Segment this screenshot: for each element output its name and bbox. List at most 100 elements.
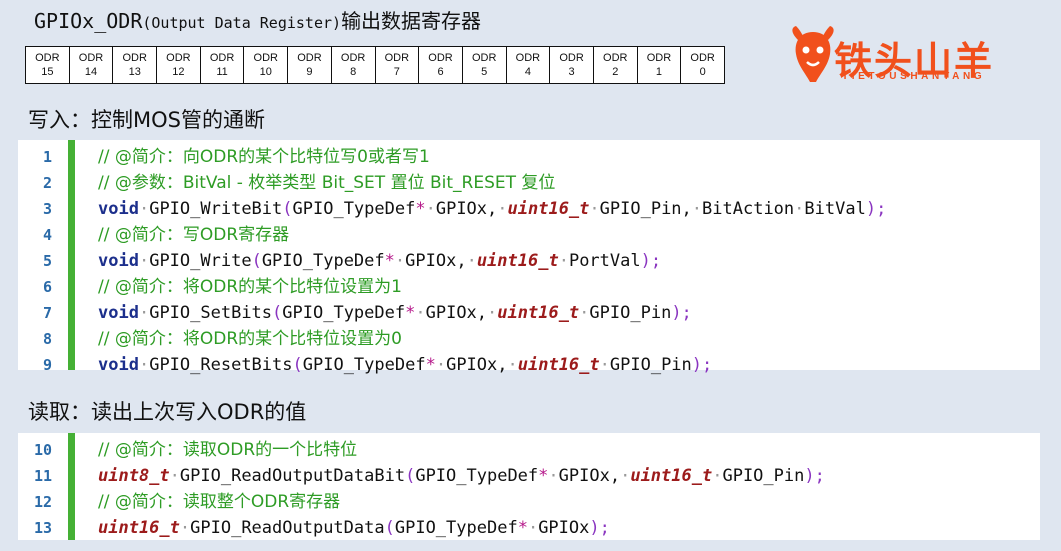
code-function-name: GPIO_SetBits [149, 303, 273, 323]
goat-head-icon [792, 26, 834, 82]
code-type: uint16_t [497, 303, 580, 323]
code-param-type: GPIO_TypeDef [282, 303, 406, 323]
odr-bit-number: 13 [128, 66, 141, 78]
code-text: // @简介：向ODR的某个比特位写0或者写1 [98, 144, 430, 170]
code-comment: // @简介：将ODR的某个比特位设置为0 [98, 329, 402, 349]
odr-bit-cell: ODR 6 [418, 46, 463, 84]
brand-logo: 铁头山羊 TIETOUSHANYANG [790, 26, 1030, 88]
logo-subtext: TIETOUSHANYANG [842, 71, 986, 82]
line-number: 10 [33, 441, 52, 459]
odr-bit-name: ODR [166, 52, 191, 64]
odr-bit-name: ODR [340, 52, 366, 64]
code-type: uint16_t [630, 466, 713, 486]
odr-bit-cell: ODR 13 [112, 46, 158, 84]
odr-bit-cell: ODR 7 [374, 46, 420, 84]
odr-bit-cell: ODR 8 [330, 46, 376, 84]
code-pointer: * [415, 199, 426, 219]
code-text: void·GPIO_WriteBit(GPIO_TypeDef*·GPIOx,·… [98, 199, 887, 219]
odr-bit-name: ODR [384, 52, 410, 64]
odr-bit-name: ODR [253, 52, 278, 64]
odr-bit-name: ODR [471, 52, 497, 64]
code-line: 5 void·GPIO_Write(GPIO_TypeDef*·GPIOx,·ui… [18, 248, 1040, 274]
line-number: 6 [42, 278, 52, 296]
write-code-block: 1 // @简介：向ODR的某个比特位写0或者写1 2 // @参数：BitVal -… [18, 140, 1040, 375]
code-return-type: uint8_t [98, 466, 170, 486]
odr-bit-number: 3 [568, 66, 575, 78]
code-function-name: GPIO_ResetBits [149, 355, 293, 375]
code-param: GPIOx, [558, 466, 621, 486]
odr-bit-cell: ODR 1 [636, 46, 682, 84]
odr-bit-number: 2 [612, 66, 619, 78]
code-line: 1 // @简介：向ODR的某个比特位写0或者写1 [18, 144, 1040, 170]
odr-bit-name: ODR [603, 52, 628, 64]
line-number: 11 [33, 467, 52, 485]
odr-bit-name: ODR [690, 52, 715, 64]
code-param: GPIOx, [405, 251, 467, 271]
code-comment: // @参数：BitVal - 枚举类型 Bit_SET 置位 Bit_RESE… [98, 173, 556, 193]
odr-bit-number: 9 [306, 66, 313, 78]
code-param-type: GPIO_TypeDef [415, 466, 539, 486]
code-line: 13 uint16_t·GPIO_ReadOutputData(GPIO_Type… [18, 515, 1040, 541]
code-text: void·GPIO_ResetBits(GPIO_TypeDef*·GPIOx,… [98, 355, 713, 375]
read-code-block: 10 // @简介：读取ODR的一个比特位 11 uint8_t·GPIO_ReadO… [18, 433, 1040, 540]
code-line: 6 // @简介：将ODR的某个比特位设置为1 [18, 274, 1040, 300]
code-type: uint16_t [517, 355, 600, 375]
odr-bit-cell: ODR 11 [199, 46, 245, 84]
code-text: // @简介：读取ODR的一个比特位 [98, 437, 357, 463]
line-number: 3 [42, 200, 52, 218]
code-line: 9 void·GPIO_ResetBits(GPIO_TypeDef*·GPIOx… [18, 352, 1040, 378]
code-text: void·GPIO_SetBits(GPIO_TypeDef*·GPIOx,·u… [98, 303, 692, 323]
code-param: GPIOx, [435, 199, 498, 219]
code-line: 12 // @简介：读取整个ODR寄存器 [18, 489, 1040, 515]
code-param-type: GPIO_TypeDef [394, 518, 518, 538]
code-param: GPIO_Pin, [599, 199, 692, 219]
code-param: GPIO_Pin [722, 466, 805, 486]
odr-bit-number: 0 [699, 66, 706, 78]
line-number: 9 [42, 356, 52, 374]
code-pointer: * [538, 466, 549, 486]
code-close-paren: ); [865, 199, 887, 219]
odr-bit-cell: ODR 9 [287, 46, 332, 84]
odr-bit-number: 14 [84, 66, 98, 78]
odr-bit-number: 8 [350, 66, 357, 78]
odr-bit-name: ODR [559, 52, 584, 64]
code-comment: // @简介：写ODR寄存器 [98, 225, 290, 245]
odr-bit-cell: ODR 14 [68, 46, 114, 84]
line-number: 4 [42, 226, 52, 244]
code-close-paren: ); [640, 251, 662, 271]
line-number: 2 [42, 174, 52, 192]
code-text: // @参数：BitVal - 枚举类型 Bit_SET 置位 Bit_RESE… [98, 170, 555, 196]
odr-bit-number: 5 [481, 66, 488, 78]
code-close-paren: ); [671, 303, 692, 323]
code-keyword: void [98, 251, 139, 271]
code-line: 3 void·GPIO_WriteBit(GPIO_TypeDef*·GPIOx,… [18, 196, 1040, 222]
code-line: 8 // @简介：将ODR的某个比特位设置为0 [18, 326, 1040, 352]
code-param: GPIOx [538, 518, 590, 538]
code-text: // @简介：将ODR的某个比特位设置为1 [98, 274, 402, 300]
code-line: 10 // @简介：读取ODR的一个比特位 [18, 437, 1040, 463]
code-type: uint16_t [476, 251, 559, 271]
code-param-type: BitAction [702, 199, 795, 219]
odr-bit-cell: ODR 15 [25, 46, 70, 84]
code-keyword: void [98, 355, 139, 375]
odr-bit-number: 4 [524, 66, 531, 78]
register-row: ODR 15 ODR 14 ODR 13 ODR 12 ODR 11 ODR 10 ODR 9 ODR 8 OD… [25, 46, 725, 84]
odr-bit-number: 7 [393, 66, 400, 78]
odr-bit-number: 15 [41, 66, 54, 78]
odr-bit-name: ODR [122, 52, 147, 64]
odr-bit-cell: ODR 10 [243, 46, 289, 84]
odr-bit-number: 6 [437, 66, 444, 78]
code-close-paren: ); [589, 518, 610, 538]
code-comment: // @简介：读取ODR的一个比特位 [98, 440, 358, 460]
odr-bit-name: ODR [35, 52, 60, 64]
title-main: GPIOx_ODR [34, 9, 143, 33]
odr-bit-cell: ODR 12 [156, 46, 201, 84]
title-cn: 输出数据寄存器 [341, 9, 482, 33]
code-line: 7 void·GPIO_SetBits(GPIO_TypeDef*·GPIOx,·… [18, 300, 1040, 326]
code-pointer: * [405, 303, 416, 323]
code-line: 2 // @参数：BitVal - 枚举类型 Bit_SET 置位 Bit_RES… [18, 170, 1040, 196]
code-param: GPIOx, [425, 303, 488, 323]
odr-bit-name: ODR [78, 52, 104, 64]
code-close-paren: ); [804, 466, 825, 486]
line-number: 7 [42, 304, 52, 322]
